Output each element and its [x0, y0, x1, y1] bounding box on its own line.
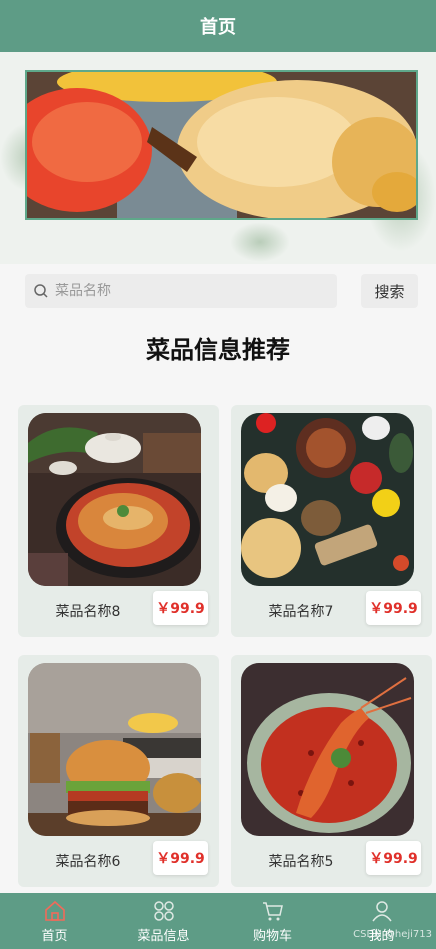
tab-cart[interactable]: 购物车: [218, 893, 327, 949]
dish-card[interactable]: 菜品名称7 ￥99.9: [231, 405, 432, 637]
dish-name: 菜品名称5: [268, 854, 334, 870]
dish-card[interactable]: 菜品名称6 ￥99.9: [18, 655, 219, 887]
search-button[interactable]: 搜索: [361, 274, 418, 308]
tab-dishes[interactable]: 菜品信息: [109, 893, 218, 949]
home-icon: [44, 900, 65, 921]
banner-carousel[interactable]: [25, 70, 418, 220]
dish-price: ￥99.9: [153, 841, 208, 875]
page-title: 首页: [200, 17, 236, 38]
search-box[interactable]: [25, 274, 337, 308]
dish-price: ￥99.9: [366, 591, 421, 625]
dish-name: 菜品名称8: [55, 604, 121, 620]
search-icon: [34, 284, 48, 298]
dish-card[interactable]: 菜品名称5 ￥99.9: [231, 655, 432, 887]
dish-card[interactable]: 菜品名称8 ￥99.9: [18, 405, 219, 637]
crayfish-chili-photo: [241, 663, 414, 836]
dish-price: ￥99.9: [366, 841, 421, 875]
section-title: 菜品信息推荐: [146, 336, 290, 364]
fish-hotpot-photo: [28, 413, 201, 586]
page-header: 首页: [0, 0, 436, 52]
cart-icon: [262, 901, 283, 920]
tab-label: 购物车: [252, 928, 292, 944]
search-row: 搜索: [25, 274, 418, 308]
banner-food-image: [27, 72, 416, 218]
dish-name: 菜品名称6: [55, 854, 121, 870]
dish-price: ￥99.9: [153, 591, 208, 625]
dish-name: 菜品名称7: [268, 604, 334, 620]
tab-label: 首页: [41, 928, 68, 944]
watermark: CSDN @heji713: [353, 929, 432, 940]
food-spread-photo: [241, 413, 414, 586]
bottom-tabbar: 首页 菜品信息 购物车 我的: [0, 893, 436, 949]
burger-photo: [28, 663, 201, 836]
search-input[interactable]: [55, 283, 305, 299]
tab-profile[interactable]: 我的: [327, 893, 436, 949]
decor-brush: [230, 222, 290, 262]
user-icon: [371, 900, 392, 921]
tab-home[interactable]: 首页: [0, 893, 109, 949]
banner-area: [0, 52, 436, 264]
grid-icon: [153, 900, 174, 921]
tab-label: 菜品信息: [137, 928, 190, 944]
